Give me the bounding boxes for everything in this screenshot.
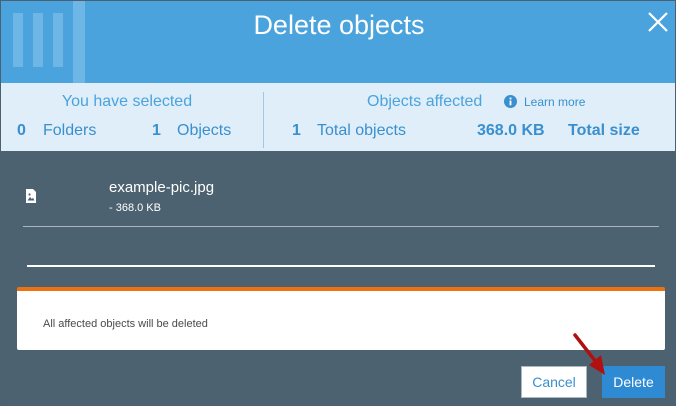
total-objects-label: Total objects xyxy=(317,122,406,139)
dialog-title: Delete objects xyxy=(253,10,425,40)
total-size-label: Total size xyxy=(568,122,640,139)
affected-heading: Objects affected xyxy=(367,93,483,110)
delete-warning-alert: All affected objects will be deleted xyxy=(17,287,665,350)
selected-summary: You have selected 0 Folders 1 Objects xyxy=(1,83,263,151)
objects-label: Objects xyxy=(177,122,232,139)
red-arrow-icon xyxy=(573,333,605,375)
section-divider xyxy=(27,265,655,267)
file-name: example-pic.jpg xyxy=(109,179,215,196)
objects-count: 1 xyxy=(152,122,161,139)
total-size-value: 368.0 KB xyxy=(477,122,545,139)
dialog-header: Delete objects xyxy=(1,1,675,83)
selected-heading: You have selected xyxy=(61,93,193,110)
affected-summary: Objects affected Learn more 1 Total obje… xyxy=(264,83,675,151)
info-icon[interactable] xyxy=(504,95,517,108)
selection-summary: You have selected 0 Folders 1 Objects Ob… xyxy=(1,83,675,151)
close-icon[interactable] xyxy=(645,9,671,35)
warning-text: All affected objects will be deleted xyxy=(43,318,208,330)
file-size: - 368.0 KB xyxy=(109,202,161,214)
image-file-icon xyxy=(26,189,36,203)
learn-more-link[interactable]: Learn more xyxy=(524,95,585,109)
folders-count: 0 xyxy=(17,122,26,139)
folders-label: Folders xyxy=(43,122,97,139)
list-divider xyxy=(23,226,659,227)
delete-button[interactable]: Delete xyxy=(602,366,665,398)
total-objects-count: 1 xyxy=(292,122,301,139)
delete-objects-dialog: Delete objects You have selected 0 Folde… xyxy=(0,0,676,406)
